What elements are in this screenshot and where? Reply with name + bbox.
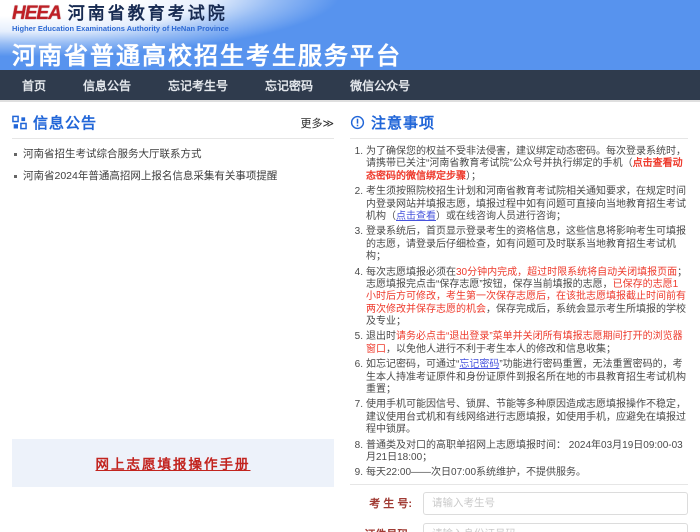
notice-number: 7.	[350, 399, 363, 436]
notice-number: 5.	[350, 331, 363, 356]
highlighted-text: 30分钟内完成，超过时限系统将自动关闭填报页面	[456, 267, 677, 278]
plain-text: 使用手机可能因信号、锁屏、节能等多种原因造成志愿填报操作不稳定，建议使用台式机和…	[366, 399, 686, 435]
notice-item: 7.使用手机可能因信号、锁屏、节能等多种原因造成志愿填报操作不稳定，建议使用台式…	[350, 399, 688, 436]
nav-item-home[interactable]: 首页	[22, 77, 46, 94]
notices-panel: 注意事项 1.为了确保您的权益不受非法侵害，建议绑定动态密码。每次登录系统时，请…	[350, 112, 688, 532]
notice-number: 3.	[350, 226, 363, 263]
notice-number: 9.	[350, 467, 363, 479]
notice-number: 2.	[350, 186, 363, 223]
notice-text: 为了确保您的权益不受非法侵害，建议绑定动态密码。每次登录系统时，请携带已关注“河…	[366, 146, 688, 183]
notice-text: 考生须按照院校招生计划和河南省教育考试院相关通知要求，在规定时间内登录网站并填报…	[366, 186, 688, 223]
plain-text: 每次志愿填报必须在	[366, 267, 456, 278]
id-number-label: 证件号码:	[350, 526, 412, 532]
main-nav: 首页 信息公告 忘记考生号 忘记密码 微信公众号	[0, 70, 700, 102]
notice-text: 登录系统后，首页显示登录考生的资格信息，这些信息将影响考生可填报的志愿，请登录后…	[366, 226, 688, 263]
form-row-candidate-id: 考 生 号:	[350, 492, 688, 515]
announcement-list: 河南省招生考试综合服务大厅联系方式河南省2024年普通高招网上报名信息采集有关事…	[12, 148, 334, 183]
site-title: 河南省普通高校招生考生服务平台	[12, 36, 402, 70]
nav-item-wechat-official[interactable]: 微信公众号	[350, 77, 410, 94]
notice-item: 5.退出时请务必点击“退出登录”菜单并关闭所有填报志愿期间打开的浏览器窗口，以免…	[350, 331, 688, 356]
plain-text: 退出时	[366, 331, 396, 342]
plain-text: 每天22:00——次日07:00系统维护，不提供服务。	[366, 467, 586, 478]
announcements-panel: 信息公告 更多≫ 河南省招生考试综合服务大厅联系方式河南省2024年普通高招网上…	[12, 112, 334, 532]
notice-text: 如忘记密码，可通过“忘记密码”功能进行密码重置，无法重置密码的，考生本人持准考证…	[366, 359, 688, 396]
bullet-icon	[14, 153, 17, 156]
announcement-text: 河南省2024年普通高招网上报名信息采集有关事项提醒	[23, 170, 277, 184]
heea-logo-icon: HEEA	[12, 4, 61, 24]
notice-number: 4.	[350, 267, 363, 329]
login-form: 考 生 号:证件号码:登录密码:验 证 码:点击进行验证	[350, 484, 688, 532]
notice-item: 6.如忘记密码，可通过“忘记密码”功能进行密码重置，无法重置密码的，考生本人持准…	[350, 359, 688, 396]
announcements-header: 信息公告 更多≫	[12, 112, 334, 139]
nav-item-forgot-password[interactable]: 忘记密码	[265, 77, 313, 94]
org-name-english: Higher Education Examinations Authority …	[12, 24, 229, 33]
candidate-id-input[interactable]	[423, 492, 688, 515]
notice-text: 退出时请务必点击“退出登录”菜单并关闭所有填报志愿期间打开的浏览器窗口，以免他人…	[366, 331, 688, 356]
manual-box: 网上志愿填报操作手册	[12, 439, 334, 487]
announcement-item[interactable]: 河南省招生考试综合服务大厅联系方式	[12, 148, 334, 162]
id-number-input[interactable]	[423, 523, 688, 532]
notice-text: 使用手机可能因信号、锁屏、节能等多种原因造成志愿填报操作不稳定，建议使用台式机和…	[366, 399, 688, 436]
notice-item: 4.每次志愿填报必须在30分钟内完成，超过时限系统将自动关闭填报页面；志愿填报完…	[350, 267, 688, 329]
candidate-id-label: 考 生 号:	[350, 495, 412, 511]
plain-text: ，以免他人进行不利于考生本人的修改和信息收集；	[386, 344, 616, 355]
notice-item: 9.每天22:00——次日07:00系统维护，不提供服务。	[350, 467, 688, 479]
nav-item-forgot-candidate-id[interactable]: 忘记考生号	[168, 77, 228, 94]
content-area: 信息公告 更多≫ 河南省招生考试综合服务大厅联系方式河南省2024年普通高招网上…	[0, 102, 700, 532]
nav-item-announcements[interactable]: 信息公告	[83, 77, 131, 94]
notice-text: 每天22:00——次日07:00系统维护，不提供服务。	[366, 467, 688, 479]
plain-text: ）；	[466, 171, 481, 182]
notice-text: 每次志愿填报必须在30分钟内完成，超过时限系统将自动关闭填报页面；志愿填报完点击…	[366, 267, 688, 329]
more-link[interactable]: 更多≫	[300, 115, 334, 131]
notice-item: 1.为了确保您的权益不受非法侵害，建议绑定动态密码。每次登录系统时，请携带已关注…	[350, 146, 688, 183]
notice-item: 3.登录系统后，首页显示登录考生的资格信息，这些信息将影响考生可填报的志愿，请登…	[350, 226, 688, 263]
inline-link[interactable]: 忘记密码	[459, 359, 499, 370]
notices-header: 注意事项	[350, 112, 688, 139]
plain-text: ）或在线咨询人员进行咨询；	[436, 211, 566, 222]
header-banner: HEEA 河南省教育考试院 Higher Education Examinati…	[0, 0, 700, 70]
grid-icon	[12, 115, 27, 130]
notice-number: 6.	[350, 359, 363, 396]
logo: HEEA 河南省教育考试院	[12, 4, 228, 24]
announcement-item[interactable]: 河南省2024年普通高招网上报名信息采集有关事项提醒	[12, 170, 334, 184]
notice-item: 8.普通类及对口的高职单招网上志愿填报时间： 2024年03月19日09:00-…	[350, 440, 688, 465]
manual-link[interactable]: 网上志愿填报操作手册	[96, 453, 251, 473]
info-icon	[350, 115, 365, 130]
notice-number: 8.	[350, 440, 363, 465]
notice-number: 1.	[350, 146, 363, 183]
plain-text: 普通类及对口的高职单招网上志愿填报时间： 2024年03月19日09:00-03…	[366, 440, 683, 463]
notice-text: 普通类及对口的高职单招网上志愿填报时间： 2024年03月19日09:00-03…	[366, 440, 688, 465]
notice-list: 1.为了确保您的权益不受非法侵害，建议绑定动态密码。每次登录系统时，请携带已关注…	[350, 146, 688, 480]
notice-item: 2.考生须按照院校招生计划和河南省教育考试院相关通知要求，在规定时间内登录网站并…	[350, 186, 688, 223]
announcements-title: 信息公告	[33, 112, 97, 133]
form-row-id-number: 证件号码:	[350, 523, 688, 532]
bullet-icon	[14, 175, 17, 178]
notices-title: 注意事项	[371, 112, 435, 133]
inline-link[interactable]: 点击查看	[396, 211, 436, 222]
announcement-text: 河南省招生考试综合服务大厅联系方式	[23, 148, 202, 162]
plain-text: 登录系统后，首页显示登录考生的资格信息，这些信息将影响考生可填报的志愿，请登录后…	[366, 226, 686, 262]
plain-text: 如忘记密码，可通过“	[366, 359, 459, 370]
org-name: 河南省教育考试院	[68, 4, 228, 24]
